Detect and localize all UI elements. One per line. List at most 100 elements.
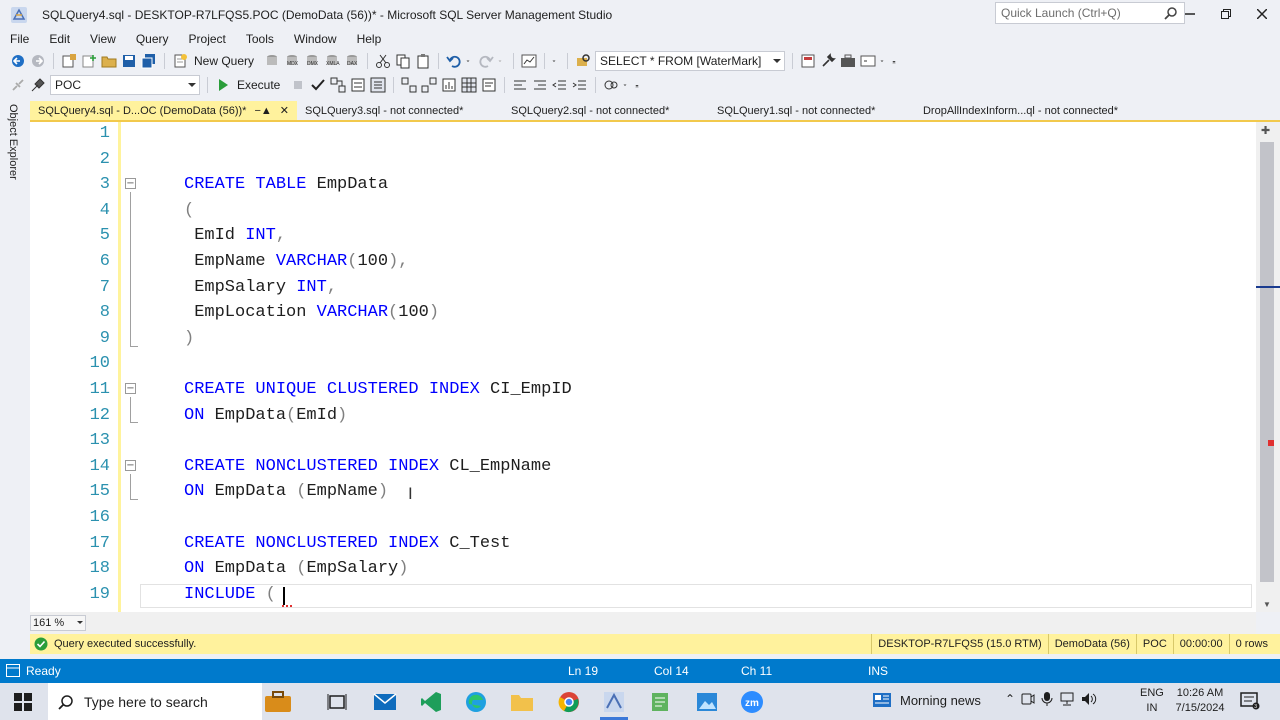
forward-icon[interactable] bbox=[30, 53, 46, 69]
find-icon[interactable] bbox=[575, 53, 591, 69]
collapse-region-icon[interactable]: − bbox=[125, 178, 136, 189]
chevron-down-icon[interactable] bbox=[466, 53, 474, 69]
object-explorer-tab[interactable]: Object Explorer bbox=[7, 104, 19, 180]
scroll-down-arrow-icon[interactable]: ▼ bbox=[1263, 600, 1271, 609]
open-folder-icon[interactable] bbox=[101, 53, 117, 69]
back-icon[interactable] bbox=[10, 53, 26, 69]
new-query-button[interactable]: New Query bbox=[194, 54, 254, 68]
scrollbar-thumb[interactable] bbox=[1260, 142, 1274, 582]
new-query-icon[interactable] bbox=[172, 53, 188, 69]
split-icon[interactable]: ✚ bbox=[1261, 124, 1270, 137]
taskbar-briefcase-app[interactable] bbox=[263, 689, 293, 715]
save-all-icon[interactable] bbox=[141, 53, 157, 69]
execute-button[interactable]: Execute bbox=[237, 78, 280, 92]
dax-query-icon[interactable]: DAX bbox=[344, 53, 360, 69]
include-actual-plan-icon[interactable] bbox=[401, 77, 417, 93]
taskbar-edge[interactable] bbox=[463, 689, 489, 715]
tab-sqlquery1[interactable]: SQLQuery1.sql - not connected* bbox=[709, 101, 915, 120]
comment-out-icon[interactable] bbox=[512, 77, 528, 93]
execute-play-icon[interactable] bbox=[215, 77, 231, 93]
customize-toolbar-icon[interactable] bbox=[635, 77, 643, 93]
redo-icon[interactable] bbox=[478, 53, 494, 69]
save-icon[interactable] bbox=[121, 53, 137, 69]
menu-tools[interactable]: Tools bbox=[240, 32, 280, 46]
meet-now-icon[interactable] bbox=[1021, 692, 1035, 706]
client-statistics-icon[interactable] bbox=[441, 77, 457, 93]
copy-icon[interactable] bbox=[395, 53, 411, 69]
input-language-indicator[interactable]: ENG IN bbox=[1140, 686, 1164, 716]
network-icon[interactable] bbox=[1059, 692, 1075, 706]
taskbar-ssms[interactable] bbox=[601, 689, 627, 715]
microphone-icon[interactable] bbox=[1041, 692, 1053, 706]
xmla-query-icon[interactable]: XMLA bbox=[324, 53, 340, 69]
new-project-icon[interactable] bbox=[61, 53, 77, 69]
collapse-region-icon[interactable]: − bbox=[125, 460, 136, 471]
taskbar-clock[interactable]: 10:26 AM 7/15/2024 bbox=[1172, 686, 1228, 716]
tab-sqlquery4[interactable]: SQLQuery4.sql - D...OC (DemoData (56))* … bbox=[30, 101, 297, 120]
close-icon[interactable]: ✕ bbox=[280, 104, 289, 117]
increase-indent-icon[interactable] bbox=[572, 77, 588, 93]
menu-view[interactable]: View bbox=[84, 32, 122, 46]
taskbar-file-explorer[interactable] bbox=[509, 689, 535, 715]
taskbar-task-view[interactable] bbox=[324, 689, 350, 715]
results-to-text-icon[interactable] bbox=[481, 77, 497, 93]
change-connection-icon[interactable] bbox=[30, 77, 46, 93]
pin-icon[interactable]: −▲ bbox=[254, 105, 271, 117]
decrease-indent-icon[interactable] bbox=[552, 77, 568, 93]
menu-help[interactable]: Help bbox=[351, 32, 388, 46]
quick-launch-input[interactable]: Quick Launch (Ctrl+Q) bbox=[995, 2, 1185, 24]
taskbar-photos[interactable] bbox=[694, 689, 720, 715]
activity-monitor-icon[interactable] bbox=[521, 53, 537, 69]
properties-window-icon[interactable] bbox=[860, 53, 876, 69]
minimize-button[interactable] bbox=[1172, 0, 1208, 28]
connect-icon[interactable] bbox=[10, 77, 26, 93]
sql-editor[interactable]: 1 2 3− CREATE TABLE EmpData 4(5 EmId INT, 6 E… bbox=[30, 122, 1256, 612]
menu-project[interactable]: Project bbox=[183, 32, 232, 46]
uncomment-icon[interactable] bbox=[532, 77, 548, 93]
mdx-query-icon[interactable]: MDX bbox=[284, 53, 300, 69]
wrench-icon[interactable] bbox=[820, 53, 836, 69]
taskbar-zoom[interactable]: zm bbox=[739, 689, 765, 715]
chevron-up-icon[interactable]: ⌃ bbox=[1005, 692, 1015, 706]
tab-sqlquery3[interactable]: SQLQuery3.sql - not connected* bbox=[297, 101, 503, 120]
taskbar-visual-studio-code[interactable] bbox=[418, 689, 444, 715]
customize-toolbar-icon[interactable] bbox=[892, 53, 900, 69]
taskbar-notepad[interactable] bbox=[647, 689, 673, 715]
query-history-combo[interactable]: SELECT * FROM [WaterMark] bbox=[595, 51, 786, 71]
taskbar-search-box[interactable]: Type here to search bbox=[48, 683, 262, 720]
chevron-down-icon[interactable] bbox=[552, 53, 560, 69]
query-options-icon[interactable] bbox=[350, 77, 366, 93]
vertical-scrollbar[interactable]: ✚ ▼ bbox=[1256, 122, 1280, 612]
undo-icon[interactable] bbox=[446, 53, 462, 69]
tab-dropallindexinform[interactable]: DropAllIndexInform...ql - not connected* bbox=[915, 101, 1126, 120]
registered-servers-icon[interactable] bbox=[800, 53, 816, 69]
zoom-selector[interactable]: 161 % bbox=[30, 615, 86, 631]
taskbar-mail[interactable] bbox=[372, 689, 398, 715]
collapse-region-icon[interactable]: − bbox=[125, 383, 136, 394]
dmx-query-icon[interactable]: DMX bbox=[304, 53, 320, 69]
tab-sqlquery2[interactable]: SQLQuery2.sql - not connected* bbox=[503, 101, 709, 120]
menu-query[interactable]: Query bbox=[130, 32, 175, 46]
parse-checkmark-icon[interactable] bbox=[310, 77, 326, 93]
chevron-down-icon[interactable] bbox=[498, 53, 506, 69]
database-engine-query-icon[interactable] bbox=[264, 53, 280, 69]
specify-template-values-icon[interactable] bbox=[603, 77, 619, 93]
menu-window[interactable]: Window bbox=[288, 32, 343, 46]
close-window-button[interactable] bbox=[1244, 0, 1280, 28]
chevron-down-icon[interactable] bbox=[880, 53, 888, 69]
menu-file[interactable]: File bbox=[4, 32, 35, 46]
intellisense-icon[interactable] bbox=[370, 77, 386, 93]
display-estimated-plan-icon[interactable] bbox=[330, 77, 346, 93]
live-query-stats-icon[interactable] bbox=[421, 77, 437, 93]
database-selector[interactable]: POC bbox=[50, 75, 200, 95]
add-item-icon[interactable] bbox=[81, 53, 97, 69]
menu-edit[interactable]: Edit bbox=[43, 32, 76, 46]
results-to-grid-icon[interactable] bbox=[461, 77, 477, 93]
volume-icon[interactable] bbox=[1081, 692, 1097, 706]
taskbar-chrome[interactable] bbox=[556, 689, 582, 715]
notification-center-icon[interactable]: 3 bbox=[1240, 692, 1260, 710]
cancel-execution-icon[interactable] bbox=[290, 77, 306, 93]
taskbar-news-widget[interactable]: Morning news bbox=[872, 692, 981, 708]
toolbox-icon[interactable] bbox=[840, 53, 856, 69]
cut-icon[interactable] bbox=[375, 53, 391, 69]
